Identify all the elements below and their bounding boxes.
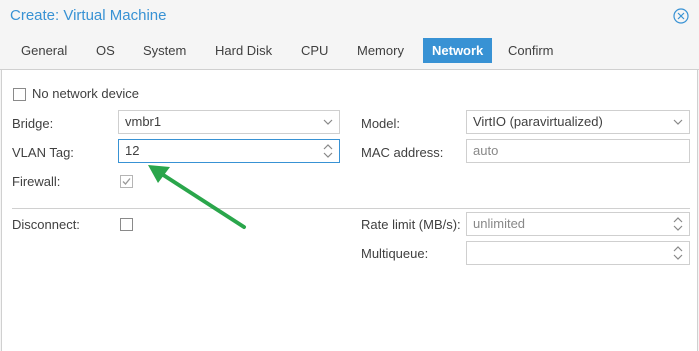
tab-memory[interactable]: Memory (348, 38, 413, 63)
network-panel: No network device Bridge: vmbr1 VLAN Tag… (1, 70, 698, 351)
dialog-title: Create: Virtual Machine (10, 7, 167, 24)
tab-bar: General OS System Hard Disk CPU Memory N… (0, 33, 699, 70)
firewall-label: Firewall: (12, 174, 61, 189)
chevron-down-icon[interactable] (317, 111, 339, 133)
tab-system[interactable]: System (134, 38, 195, 63)
bridge-label: Bridge: (12, 116, 54, 131)
model-select[interactable]: VirtIO (paravirtualized) (466, 110, 690, 134)
tab-cpu[interactable]: CPU (292, 38, 337, 63)
bridge-select[interactable]: vmbr1 (118, 110, 340, 134)
model-value: VirtIO (paravirtualized) (473, 114, 603, 129)
section-divider (12, 208, 690, 209)
tab-confirm[interactable]: Confirm (499, 38, 563, 63)
no-network-checkbox[interactable] (13, 88, 26, 101)
model-label: Model: (361, 116, 401, 131)
no-network-label: No network device (32, 86, 139, 101)
mac-address-field[interactable]: auto (466, 139, 690, 163)
multiqueue-field[interactable] (466, 241, 690, 265)
firewall-checkbox[interactable] (120, 175, 133, 188)
spinner-icon[interactable] (667, 242, 689, 264)
rate-limit-field[interactable]: unlimited (466, 212, 690, 236)
tab-hard-disk[interactable]: Hard Disk (206, 38, 281, 63)
tab-network[interactable]: Network (423, 38, 493, 63)
checkmark-icon (122, 178, 131, 185)
vlan-tag-label: VLAN Tag: (12, 145, 74, 160)
vlan-tag-value: 12 (125, 143, 140, 158)
chevron-down-icon[interactable] (667, 111, 689, 133)
rate-limit-placeholder: unlimited (473, 216, 526, 231)
mac-address-placeholder: auto (473, 143, 499, 158)
rate-limit-label: Rate limit (MB/s): (361, 217, 461, 232)
bridge-value: vmbr1 (125, 114, 162, 129)
disconnect-checkbox[interactable] (120, 218, 133, 231)
tab-general[interactable]: General (12, 38, 76, 63)
dialog-titlebar: Create: Virtual Machine (0, 0, 699, 33)
spinner-icon[interactable] (317, 140, 339, 162)
close-icon[interactable] (673, 8, 689, 24)
mac-address-label: MAC address: (361, 145, 444, 160)
disconnect-label: Disconnect: (12, 217, 80, 232)
spinner-icon[interactable] (667, 213, 689, 235)
multiqueue-label: Multiqueue: (361, 246, 429, 261)
vlan-tag-field[interactable]: 12 (118, 139, 340, 163)
tab-os[interactable]: OS (87, 38, 124, 63)
